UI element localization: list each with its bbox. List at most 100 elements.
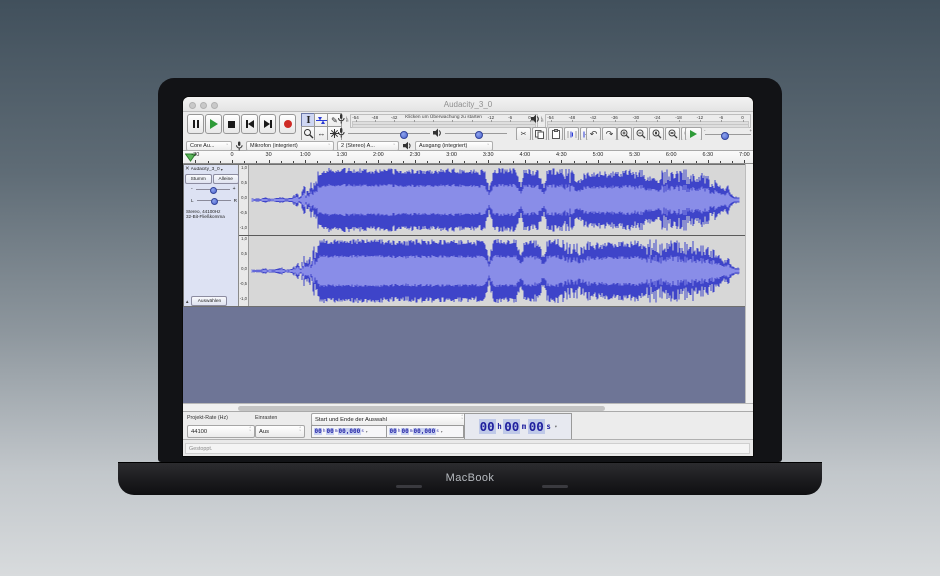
ruler-tick <box>708 160 709 163</box>
time-digits[interactable]: 00 <box>503 419 520 434</box>
meter-scale-tick <box>433 120 434 122</box>
undo-icon: ↶ <box>590 129 598 140</box>
ruler-tick-label: 3:30 <box>483 152 494 158</box>
zoom-in-button[interactable] <box>617 127 632 141</box>
envelope-icon <box>316 115 327 126</box>
recording-channels-dropdown[interactable]: 2 (Stereo) A...ˆˇ <box>337 141 399 151</box>
recording-device-dropdown[interactable]: Mikrofon (integriert)ˆˇ <box>246 141 334 151</box>
trim-audio-button[interactable] <box>564 127 579 141</box>
window-titlebar[interactable]: Audacity_3_0 <box>183 97 753 112</box>
collapse-track-icon[interactable]: ▲ <box>185 299 189 304</box>
meter-scale-tick <box>491 120 492 122</box>
project-rate-dropdown[interactable]: 44100 ˆˇ <box>187 425 255 438</box>
playback-level-meter[interactable]: -54-48-42-36-30-24-18-12-60 <box>545 114 751 128</box>
dropdown-caret-icon[interactable]: ▾ <box>554 424 557 430</box>
gain-max-label: + <box>233 186 236 192</box>
waveform-right-channel[interactable] <box>249 236 745 306</box>
playback-volume-slider[interactable] <box>445 128 507 138</box>
play-icon <box>210 119 218 129</box>
base-notch-right <box>542 485 568 488</box>
mute-button[interactable]: Stumm <box>185 174 212 184</box>
amplitude-scale-label: -0,5 <box>240 211 247 215</box>
record-icon <box>284 120 292 128</box>
time-digits[interactable]: 00 <box>326 428 334 435</box>
edit-toolbar: ✂ <box>516 127 595 141</box>
audio-track[interactable]: ✕ Audacity_3_0 ▾ Stumm Alleine - + L <box>183 164 745 307</box>
selection-start-time-field[interactable]: 00h00m00,000s▾ <box>311 425 389 438</box>
pause-icon <box>192 115 200 133</box>
monitoring-hint[interactable]: Klicken um Überwachung zu starten <box>403 115 484 120</box>
time-digits[interactable]: 00,000 <box>413 428 436 435</box>
recording-level-meter[interactable]: -54-48-42-36-30-24-18-12-60Klicken um Üb… <box>350 114 538 128</box>
meter-scale-tick <box>510 120 511 122</box>
play-at-speed-button[interactable] <box>685 127 702 141</box>
stop-button[interactable] <box>223 114 240 134</box>
recording-meter-toolbar[interactable]: LR -54-48-42-36-30-24-18-12-60Klicken um… <box>337 113 538 127</box>
copy-button[interactable] <box>532 127 547 141</box>
skip-to-start-button[interactable] <box>241 114 258 134</box>
pan-slider[interactable] <box>194 196 234 204</box>
skip-to-end-button[interactable] <box>259 114 276 134</box>
close-track-icon[interactable]: ✕ <box>185 166 190 172</box>
ruler-tick-label: 1:30 <box>336 152 347 158</box>
zoom-selection-button[interactable] <box>649 127 664 141</box>
time-digits[interactable]: 00 <box>401 428 409 435</box>
amplitude-scale-label: -1,0 <box>240 226 247 230</box>
record-button[interactable] <box>279 114 296 134</box>
ruler-tick <box>232 160 233 163</box>
vertical-scale-right-channel[interactable]: 1,00,50,0-0,5-1,0 <box>239 236 249 306</box>
time-digits[interactable]: 00 <box>528 419 545 434</box>
time-digits[interactable]: 00 <box>479 419 496 434</box>
meter-scale-tick <box>551 120 552 122</box>
desktop-background: Audacity_3_0 I ✎ ↔ <box>0 0 940 576</box>
gain-slider[interactable] <box>193 185 233 193</box>
clipboard-icon <box>552 129 560 139</box>
time-digits[interactable]: 00 <box>389 428 397 435</box>
trim-icon <box>567 130 577 139</box>
pause-button[interactable] <box>187 114 204 134</box>
horizontal-scrollbar-thumb[interactable] <box>238 406 605 411</box>
undo-button[interactable]: ↶ <box>586 127 601 141</box>
horizontal-scrollbar[interactable] <box>183 403 753 411</box>
pan-right-label: R <box>234 198 237 203</box>
ruler-tick-label: 6:30 <box>702 152 713 158</box>
meter-right-label: R <box>346 120 349 124</box>
timeline-ruler[interactable]: -300301:001:302:002:303:003:304:004:305:… <box>183 151 753 164</box>
chevron-updown-icon: ˆˇ <box>247 429 251 434</box>
dropdown-caret-icon[interactable]: ▾ <box>441 429 443 434</box>
ruler-tick <box>525 160 526 163</box>
cut-button[interactable]: ✂ <box>516 127 531 141</box>
recording-volume-slider[interactable] <box>348 128 430 138</box>
playback-device-dropdown[interactable]: Ausgang (integriert)ˆˇ <box>415 141 493 151</box>
zoom-in-icon <box>620 129 630 139</box>
audio-position-display[interactable]: 00h00m00s▾ <box>464 413 572 440</box>
audio-host-dropdown[interactable]: Core Au...ˆˇ <box>186 141 232 151</box>
meter-scale-tick <box>743 120 744 122</box>
time-digits[interactable]: 00 <box>314 428 322 435</box>
toolbar-zone: I ✎ ↔ LR -54-48-42-36-30-24-18-12-60Klic… <box>183 112 753 140</box>
snap-dropdown[interactable]: Aus ˆˇ <box>255 425 305 438</box>
ruler-tick <box>378 160 379 163</box>
select-track-button[interactable]: Auswählen <box>191 296 227 306</box>
vertical-scrollbar[interactable] <box>745 164 753 403</box>
vertical-scale-left-channel[interactable]: 1,00,50,0-0,5-1,0 <box>239 165 249 235</box>
magnifier-icon <box>303 128 314 139</box>
track-menu-icon[interactable]: ▾ <box>221 167 223 172</box>
zoom-out-button[interactable] <box>633 127 648 141</box>
stop-icon <box>228 121 235 128</box>
solo-button[interactable]: Alleine <box>213 174 240 184</box>
selection-end-time-field[interactable]: 00h00m00,000s▾ <box>386 425 464 438</box>
play-button[interactable] <box>205 114 222 134</box>
ruler-tick <box>622 161 623 163</box>
meter-scale-tick <box>636 120 637 122</box>
redo-button[interactable]: ↷ <box>602 127 617 141</box>
paste-button[interactable] <box>548 127 563 141</box>
playback-speed-slider[interactable]: - + <box>705 129 751 139</box>
track-name[interactable]: Audacity_3_0 <box>191 167 220 172</box>
waveform-left-channel[interactable] <box>249 165 745 235</box>
macbook-screen: Audacity_3_0 I ✎ ↔ <box>158 78 782 462</box>
dropdown-caret-icon[interactable]: ▾ <box>366 429 368 434</box>
time-digits[interactable]: 00,000 <box>338 428 361 435</box>
zoom-project-button[interactable] <box>665 127 680 141</box>
playback-meter-toolbar[interactable]: LR -54-48-42-36-30-24-18-12-60 <box>531 113 751 127</box>
